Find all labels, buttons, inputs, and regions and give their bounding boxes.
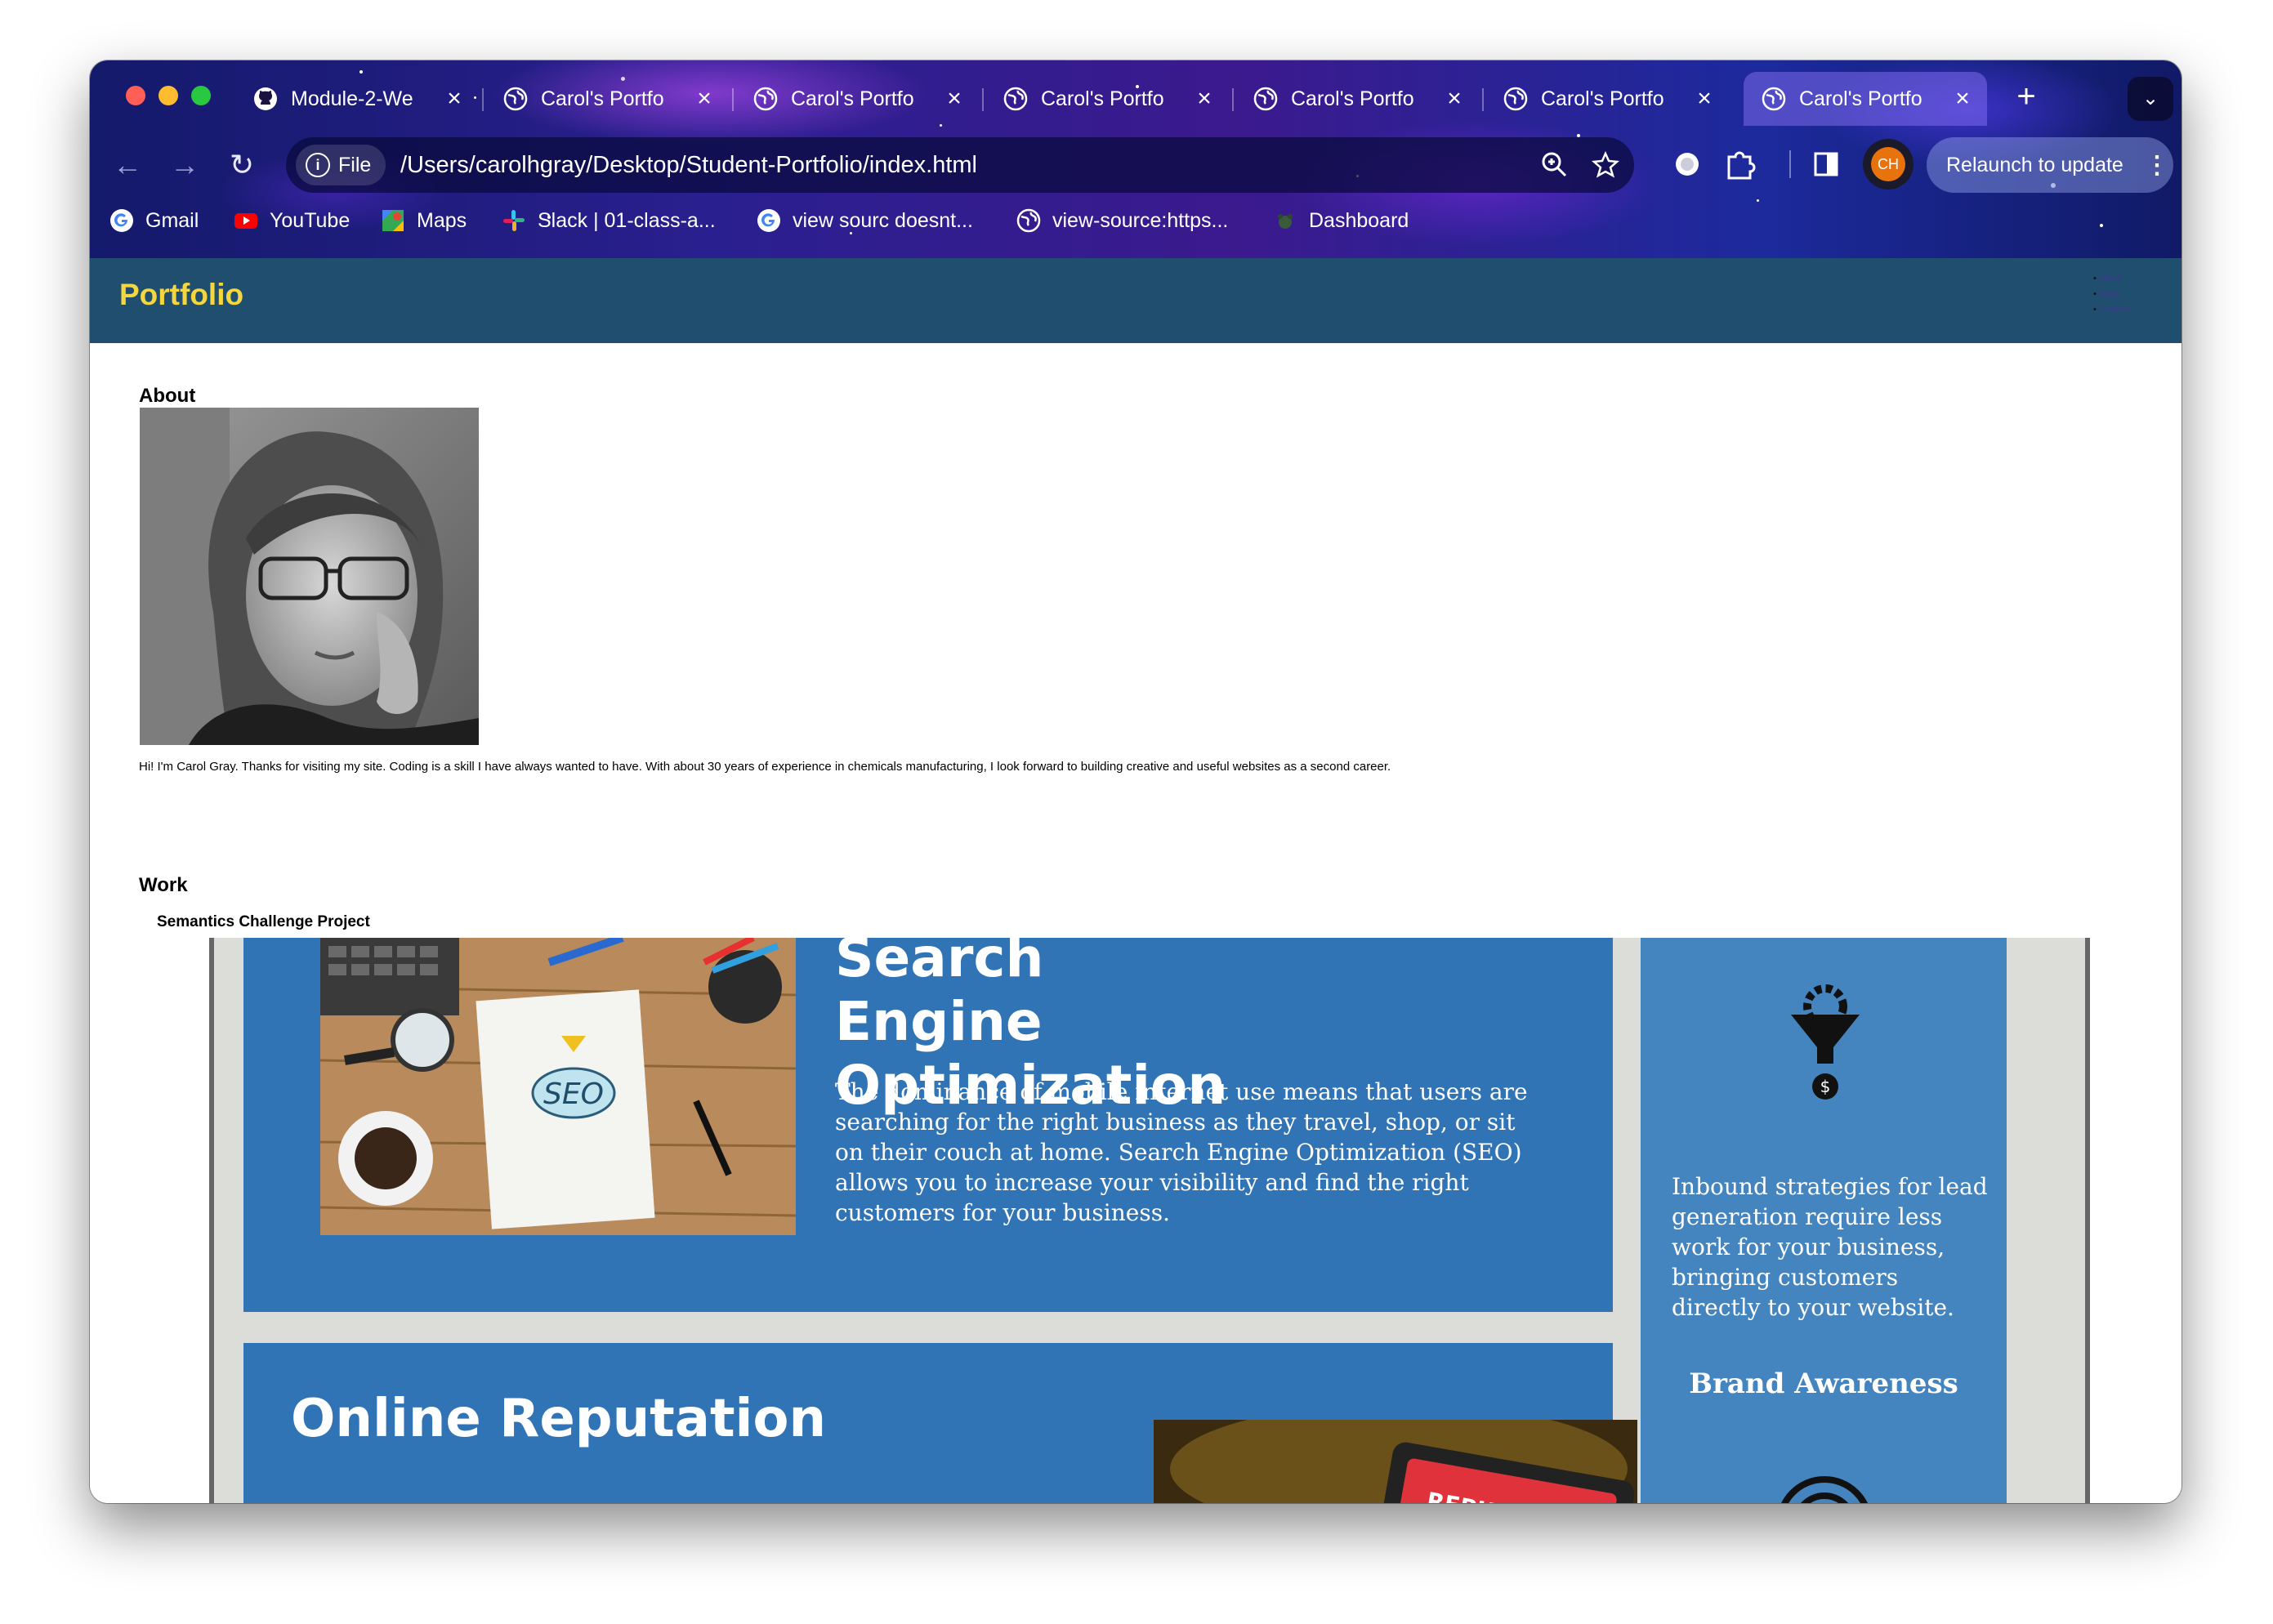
bookmark-star-icon[interactable]: [1592, 151, 1619, 179]
funnel-gear-icon: $: [1791, 984, 1860, 1100]
back-button[interactable]: ←: [105, 142, 150, 188]
tab[interactable]: Carol's Portfo ×: [985, 72, 1229, 126]
google-icon: [757, 209, 780, 232]
bookmark-dashboard[interactable]: Dashboard: [1273, 204, 1409, 237]
new-tab-button[interactable]: +: [2006, 78, 2047, 115]
project-title: Semantics Challenge Project: [157, 913, 370, 930]
close-tab-icon[interactable]: ×: [938, 85, 971, 113]
svg-text:$: $: [1820, 1077, 1831, 1096]
seo-panel: SEO Search Engine Optimization The domin…: [243, 938, 1613, 1312]
tab-label: Carol's Portfo: [1541, 87, 1664, 110]
maps-icon: [382, 210, 404, 231]
tab[interactable]: Carol's Portfo ×: [1485, 72, 1729, 126]
relaunch-button[interactable]: Relaunch to update ⋮: [1927, 137, 2173, 193]
site-title: Portfolio: [119, 278, 244, 311]
url-text[interactable]: /Users/carolhgray/Desktop/Student-Portfo…: [400, 152, 977, 179]
bookmark-label: Gmail: [145, 208, 199, 232]
about-heading: About: [139, 385, 196, 407]
close-tab-icon[interactable]: ×: [1688, 85, 1721, 113]
reputation-heading: Online Reputation: [291, 1389, 826, 1449]
work-heading: Work: [139, 874, 188, 896]
globe-icon: [1503, 87, 1528, 111]
globe-icon: [1253, 87, 1278, 111]
minimize-window-button[interactable]: [159, 86, 178, 105]
close-tab-icon[interactable]: ×: [688, 85, 721, 113]
bookmark-maps[interactable]: Maps: [381, 204, 467, 237]
browser-chrome: Module-2-We × Carol's Portfo × Carol's P…: [90, 60, 2181, 258]
inbound-panel: $ Inbound strategies for lead generation…: [1641, 938, 2007, 1503]
tab[interactable]: Module-2-We ×: [235, 72, 479, 126]
globe-icon: [753, 87, 778, 111]
project-preview[interactable]: SEO Search Engine Optimization The domin…: [209, 938, 2090, 1503]
tab-label: Carol's Portfo: [791, 87, 914, 110]
bookmark-gmail[interactable]: Gmail: [109, 204, 199, 237]
web-page: Portfolio About Work Contact About: [90, 258, 2181, 1503]
google-icon: [110, 209, 133, 232]
tab-label: Carol's Portfo: [1041, 87, 1164, 110]
zoom-icon[interactable]: [1541, 151, 1569, 179]
relaunch-label: Relaunch to update: [1946, 153, 2123, 176]
brand-awareness-heading: Brand Awareness: [1689, 1367, 1958, 1400]
broadcast-icon: [1781, 1476, 1868, 1503]
dashboard-icon: [1278, 214, 1293, 229]
profile-avatar[interactable]: CH: [1863, 139, 1914, 190]
browser-window: Module-2-We × Carol's Portfo × Carol's P…: [90, 60, 2181, 1503]
globe-icon: [1762, 87, 1786, 111]
bookmark-label: YouTube: [270, 208, 351, 232]
globe-icon: [503, 87, 528, 111]
maximize-window-button[interactable]: [191, 86, 211, 105]
site-nav: About Work Contact: [2093, 271, 2130, 318]
nav-link-contact[interactable]: Contact: [2093, 302, 2130, 318]
bookmark-slack[interactable]: Slack | 01-class-a...: [502, 204, 716, 237]
bio-text: Hi! I'm Carol Gray. Thanks for visiting …: [139, 760, 1391, 774]
reputation-image: REPUTATION: [1154, 1420, 1637, 1503]
nav-link-work[interactable]: Work: [2093, 287, 2130, 302]
nav-link-about[interactable]: About: [2093, 271, 2130, 287]
tab[interactable]: Carol's Portfo ×: [1235, 72, 1479, 126]
close-tab-icon[interactable]: ×: [1946, 85, 1979, 113]
bookmark-label: view sourc doesnt...: [793, 208, 973, 232]
tab-active[interactable]: Carol's Portfo ×: [1744, 72, 1987, 126]
bookmark-label: Slack | 01-class-a...: [538, 208, 716, 232]
site-info-label: File: [338, 153, 372, 176]
bookmark-youtube[interactable]: YouTube: [234, 204, 350, 237]
bookmark-label: Maps: [417, 208, 467, 232]
extension-circle-icon[interactable]: [1667, 144, 1708, 185]
bookmark-view-source[interactable]: view sourc doesnt...: [757, 204, 973, 237]
seo-badge-text: SEO: [543, 1077, 604, 1111]
tab-label: Module-2-We: [291, 87, 413, 110]
tab-label: Carol's Portfo: [1291, 87, 1414, 110]
close-window-button[interactable]: [126, 86, 145, 105]
reload-button[interactable]: ↻: [219, 142, 265, 188]
bookmark-label: view-source:https...: [1052, 208, 1229, 232]
close-tab-icon[interactable]: ×: [1188, 85, 1221, 113]
bookmark-view-source-https[interactable]: view-source:https...: [1016, 204, 1228, 237]
close-tab-icon[interactable]: ×: [1438, 85, 1471, 113]
globe-icon: [1016, 208, 1041, 233]
close-tab-icon[interactable]: ×: [438, 85, 471, 113]
youtube-icon: [234, 213, 257, 229]
site-header: Portfolio About Work Contact: [90, 258, 2181, 343]
seo-text: The dominance of mobile internet use mea…: [835, 1078, 1528, 1226]
globe-icon: [1003, 87, 1028, 111]
side-panel-icon[interactable]: [1806, 144, 1847, 185]
site-info-chip[interactable]: i File: [296, 145, 386, 185]
profile-initials: CH: [1871, 147, 1905, 181]
more-menu-icon[interactable]: ⋮: [2141, 151, 2173, 180]
bookmark-label: Dashboard: [1309, 208, 1409, 232]
github-icon: [254, 87, 277, 110]
slack-icon: [503, 210, 525, 231]
tab[interactable]: Carol's Portfo ×: [735, 72, 979, 126]
address-bar[interactable]: i File /Users/carolhgray/Desktop/Student…: [286, 137, 1634, 193]
tab-label: Carol's Portfo: [541, 87, 664, 110]
info-icon: i: [306, 153, 330, 177]
inbound-text: Inbound strategies for lead generation r…: [1672, 1173, 1988, 1321]
extensions-puzzle-icon[interactable]: [1719, 144, 1760, 185]
tab-search-button[interactable]: ⌄: [2128, 77, 2173, 121]
profile-photo: [140, 408, 479, 745]
tab-label: Carol's Portfo: [1799, 87, 1922, 110]
seo-desk-image: SEO: [320, 938, 796, 1235]
forward-button[interactable]: →: [162, 142, 208, 188]
tab[interactable]: Carol's Portfo ×: [485, 72, 729, 126]
